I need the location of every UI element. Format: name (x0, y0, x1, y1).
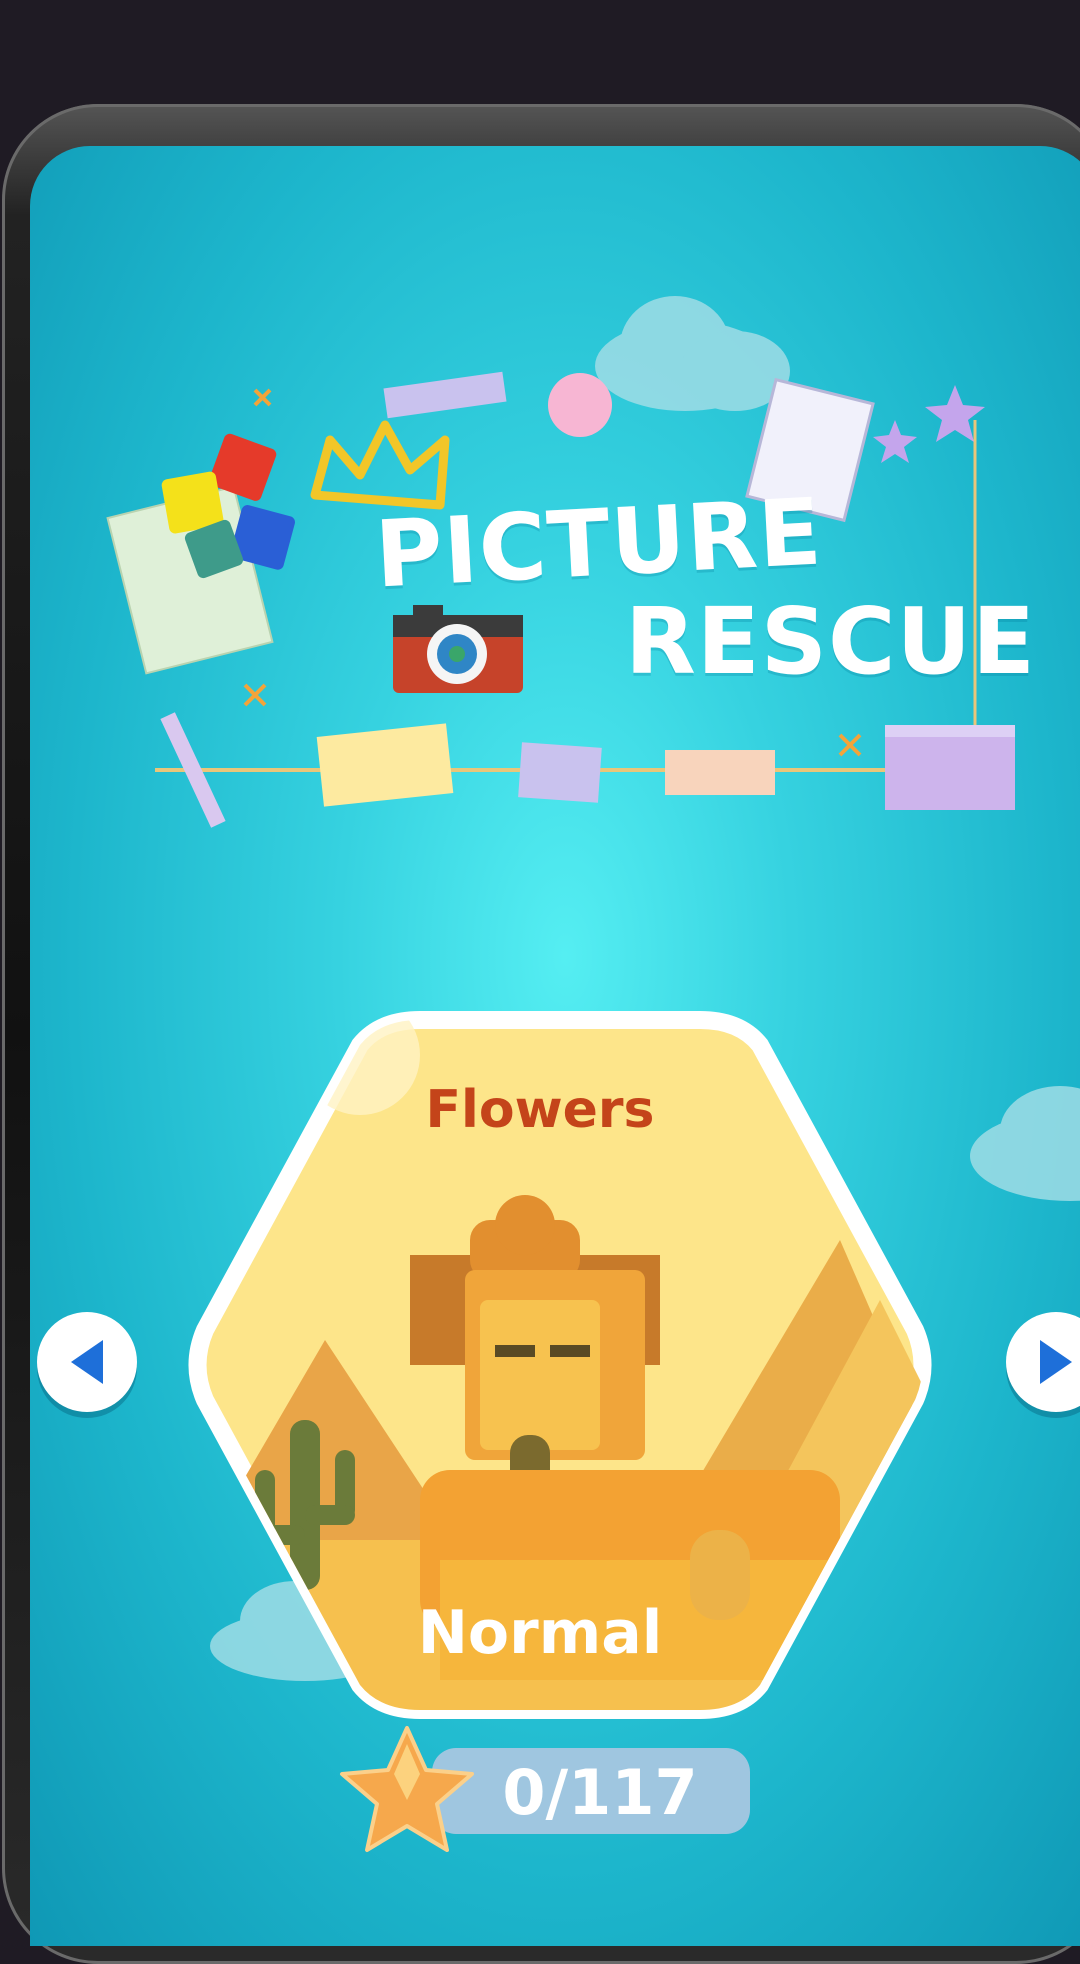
prev-level-button[interactable] (37, 1312, 137, 1412)
star-icon (340, 1726, 474, 1852)
category-label: Flowers (425, 1080, 655, 1140)
camera-icon (393, 605, 523, 693)
crown-icon (310, 420, 450, 510)
smiley-icon (548, 373, 612, 437)
star-decoration (873, 385, 985, 463)
difficulty-label: Normal (417, 1598, 663, 1668)
chevron-left-icon (71, 1340, 103, 1384)
next-level-button[interactable] (1006, 1312, 1080, 1412)
progress-count: 0/117 (502, 1756, 698, 1829)
title-line-2: RESCUE (625, 588, 1037, 695)
chevron-right-icon (1040, 1340, 1072, 1384)
